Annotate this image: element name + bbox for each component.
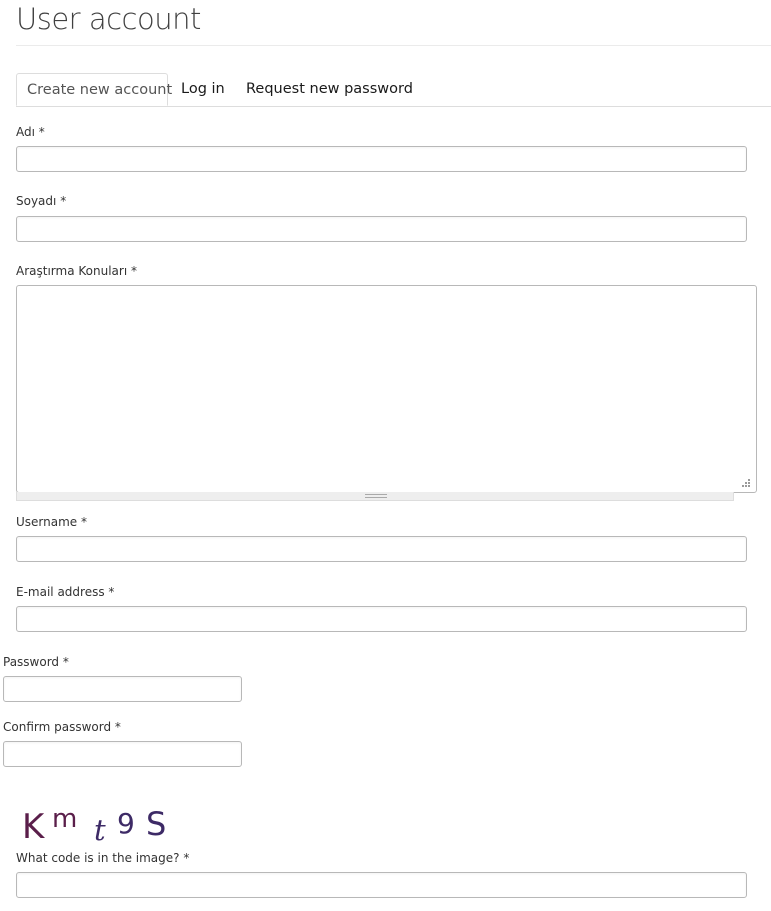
confirm-password-label-text: Confirm password (3, 720, 112, 734)
captcha-label-text: What code is in the image? (16, 851, 180, 865)
captcha-glyph: m (52, 804, 77, 834)
first-name-field[interactable] (16, 146, 747, 172)
tab-log-in[interactable]: Log in (181, 73, 225, 106)
first-name-label: Adı * (16, 125, 45, 139)
research-topics-textarea[interactable] (16, 285, 757, 493)
required-marker: * (130, 264, 137, 278)
captcha-label: What code is in the image? * (16, 851, 189, 865)
required-marker: * (114, 720, 121, 734)
last-name-field[interactable] (16, 216, 747, 242)
tab-request-new-password[interactable]: Request new password (246, 73, 413, 106)
research-topics-label-text: Araştırma Konuları (16, 264, 128, 278)
confirm-password-field[interactable] (3, 741, 242, 767)
required-marker: * (108, 585, 115, 599)
email-field[interactable] (16, 606, 747, 632)
captcha-image: K m t 9 S (22, 804, 166, 844)
captcha-glyph: t (94, 813, 106, 844)
captcha-glyph: 9 (117, 807, 135, 840)
username-label-text: Username (16, 515, 78, 529)
captcha-glyph: S (146, 805, 166, 843)
tab-create-new-account[interactable]: Create new account (16, 73, 172, 106)
last-name-label: Soyadı * (16, 194, 66, 208)
confirm-password-label: Confirm password * (3, 720, 121, 734)
email-label: E-mail address * (16, 585, 114, 599)
drag-handle-icon (365, 494, 387, 498)
username-field[interactable] (16, 536, 747, 562)
required-marker: * (81, 515, 87, 529)
email-label-text: E-mail address (16, 585, 105, 599)
last-name-label-text: Soyadı (16, 194, 57, 208)
captcha-glyph: K (22, 807, 46, 844)
required-marker: * (38, 125, 45, 139)
username-label: Username * (16, 515, 87, 529)
research-topics-label: Araştırma Konuları * (16, 264, 137, 278)
title-divider (16, 45, 771, 46)
captcha-answer-field[interactable] (16, 872, 747, 898)
required-marker: * (183, 851, 190, 865)
first-name-label-text: Adı (16, 125, 35, 139)
password-label-text: Password (3, 655, 60, 669)
textarea-grippie[interactable] (16, 492, 734, 501)
required-marker: * (62, 655, 69, 669)
password-label: Password * (3, 655, 69, 669)
resize-grip-icon[interactable] (740, 477, 752, 489)
account-tabs: Create new account Log in Request new pa… (16, 73, 771, 107)
required-marker: * (60, 194, 67, 208)
password-field[interactable] (3, 676, 242, 702)
page-title: User account (16, 2, 201, 36)
